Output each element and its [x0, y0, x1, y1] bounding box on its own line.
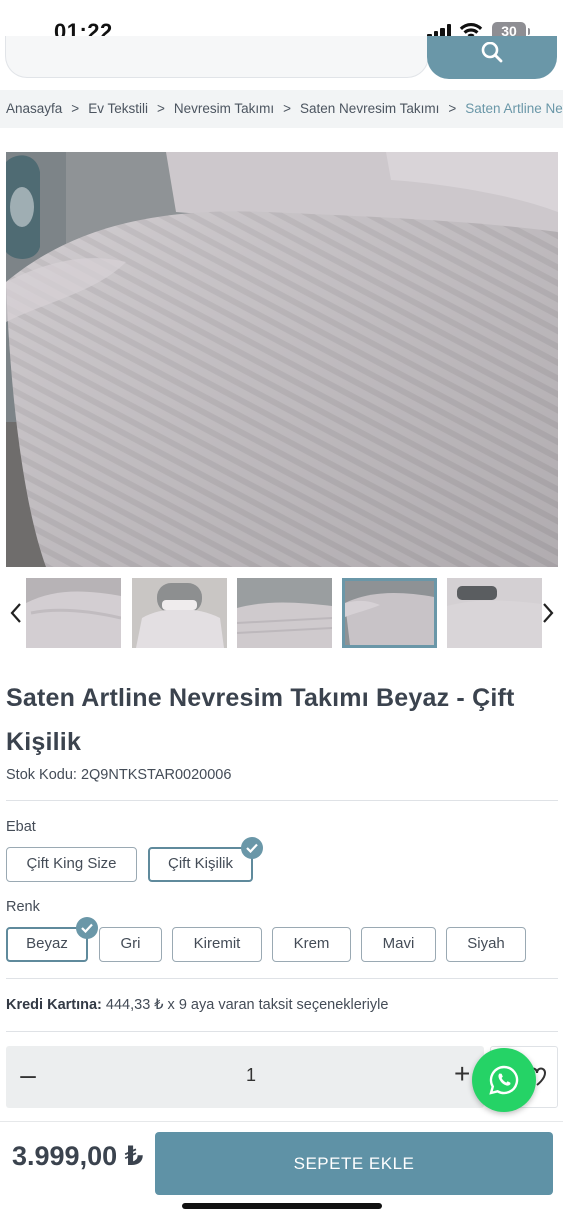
- breadcrumb-ev-tekstili[interactable]: Ev Tekstili: [88, 101, 148, 116]
- gallery-prev-button[interactable]: [6, 598, 26, 628]
- gallery-thumbnail-5[interactable]: [447, 578, 542, 648]
- chevron-right-icon: [543, 603, 554, 623]
- size-label: Ebat: [6, 819, 36, 835]
- home-indicator: [182, 1203, 382, 1209]
- chevron-left-icon: [10, 603, 21, 623]
- breadcrumb-separator: >: [283, 101, 292, 116]
- breadcrumb-separator: >: [71, 101, 80, 116]
- color-option-beyaz[interactable]: Beyaz: [6, 917, 98, 962]
- gallery-thumbnail-3[interactable]: [237, 578, 332, 648]
- add-to-cart-button[interactable]: SEPETE EKLE: [155, 1132, 553, 1195]
- quantity-decrease-button[interactable]: –: [18, 1060, 38, 1090]
- thumbnail-image: [132, 578, 227, 648]
- gallery-thumbnail-1[interactable]: [26, 578, 121, 648]
- search-icon: [481, 42, 503, 63]
- color-label: Renk: [6, 899, 40, 915]
- quantity-increase-button[interactable]: +: [454, 1059, 470, 1089]
- divider: [6, 978, 558, 979]
- check-icon: [241, 837, 263, 859]
- color-option-mavi[interactable]: Mavi: [361, 927, 436, 962]
- color-option-kiremit[interactable]: Kiremit: [172, 927, 262, 962]
- stock-code-label: Stok Kodu:: [6, 767, 77, 783]
- installment-text: 444,33 ₺ x 9 aya varan taksit seçenekler…: [105, 997, 389, 1013]
- installment-label: Kredi Kartına:: [6, 997, 102, 1013]
- breadcrumb-separator: >: [448, 101, 457, 116]
- product-price: 3.999,00 ₺: [12, 1141, 144, 1171]
- breadcrumb-saten-nevresim[interactable]: Saten Nevresim Takımı: [300, 101, 439, 116]
- thumbnail-image: [447, 578, 542, 648]
- breadcrumb-separator: >: [156, 101, 165, 116]
- check-icon: [76, 917, 98, 939]
- search-button[interactable]: [427, 36, 557, 79]
- quantity-stepper: – 1 +: [6, 1046, 484, 1108]
- color-option-gri[interactable]: Gri: [99, 927, 162, 962]
- color-option-label: Beyaz: [26, 935, 68, 952]
- color-option-siyah[interactable]: Siyah: [446, 927, 526, 962]
- breadcrumb-home[interactable]: Anasayfa: [6, 101, 62, 116]
- gallery-thumbnail-4[interactable]: [342, 578, 437, 648]
- stock-code-row: Stok Kodu: 2Q9NTKSTAR0020006: [6, 767, 231, 783]
- whatsapp-icon: [489, 1065, 519, 1095]
- breadcrumb-nevresim-takimi[interactable]: Nevresim Takımı: [174, 101, 274, 116]
- size-option-cift-kisilik[interactable]: Çift Kişilik: [148, 837, 263, 882]
- gallery-thumbnail-2[interactable]: [132, 578, 227, 648]
- whatsapp-button[interactable]: [472, 1048, 536, 1112]
- product-main-image[interactable]: [6, 152, 558, 567]
- search-input[interactable]: [5, 36, 429, 78]
- divider: [6, 1031, 558, 1032]
- stock-code-value: 2Q9NTKSTAR0020006: [80, 767, 232, 783]
- product-title: Saten Artline Nevresim Takımı Beyaz - Çi…: [6, 684, 515, 756]
- size-option-label: Çift Kişilik: [167, 855, 233, 872]
- thumbnail-image: [237, 578, 332, 648]
- installment-info: Kredi Kartına: 444,33 ₺ x 9 aya varan ta…: [6, 997, 388, 1013]
- thumbnail-image: [26, 578, 121, 648]
- breadcrumb: Anasayfa > Ev Tekstili > Nevresim Takımı > Sat…: [0, 90, 563, 128]
- thumbnail-image: [345, 581, 434, 645]
- quantity-value[interactable]: 1: [236, 1065, 266, 1086]
- breadcrumb-current: Saten Artline Nevresim Takımı Beyaz - Çi…: [465, 101, 563, 116]
- divider: [6, 800, 558, 801]
- color-option-krem[interactable]: Krem: [272, 927, 351, 962]
- gallery-next-button[interactable]: [538, 598, 558, 628]
- size-option-cift-king-size[interactable]: Çift King Size: [6, 847, 137, 882]
- bedding-photo: [6, 152, 558, 567]
